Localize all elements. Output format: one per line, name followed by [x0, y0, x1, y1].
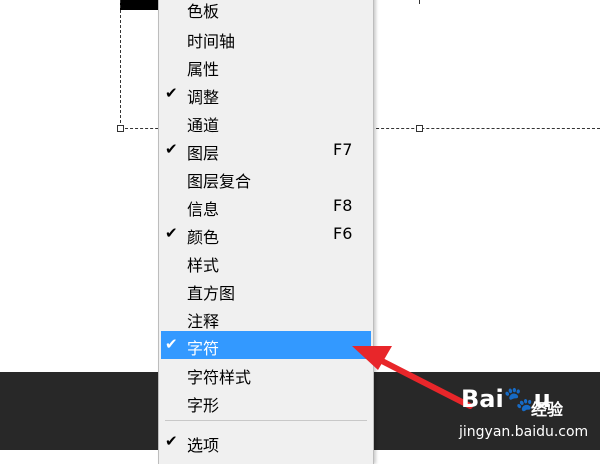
transform-center-tick: [419, 0, 420, 4]
menu-item-label: 注释: [187, 312, 220, 331]
menu-item-options[interactable]: ✔ 选项: [159, 428, 373, 456]
menu-item-timeline[interactable]: 时间轴: [159, 24, 373, 52]
menu-item-shortcut: F8: [333, 196, 353, 215]
check-icon: ✔: [165, 224, 178, 242]
menu-item-layers[interactable]: ✔ 图层 F7: [159, 136, 373, 164]
watermark-url: jingyan.baidu.com: [459, 424, 589, 440]
selection-edge-left: [120, 0, 121, 128]
menu-item-layer-comps[interactable]: 图层复合: [159, 164, 373, 192]
menu-item-info[interactable]: 信息 F8: [159, 192, 373, 220]
menu-item-glyphs[interactable]: 字形: [159, 388, 373, 416]
menu-item-properties[interactable]: 属性: [159, 52, 373, 80]
canvas-black-shape: [120, 0, 160, 10]
menu-item-character-styles[interactable]: 字符样式: [159, 360, 373, 388]
menu-item-label: 调整: [187, 88, 220, 107]
menu-item-styles[interactable]: 样式: [159, 248, 373, 276]
menu-item-shortcut: F6: [333, 224, 353, 243]
menu-item-channels[interactable]: 通道: [159, 108, 373, 136]
menu-separator: [165, 420, 367, 421]
window-menu-dropdown: 色板 时间轴 属性 ✔ 调整 通道 ✔ 图层 F7 图层复合 信息 F8 ✔ 颜…: [158, 0, 374, 464]
watermark-logo-left: Bai: [461, 385, 504, 413]
menu-item-label: 样式: [187, 256, 220, 275]
menu-item-shortcut: F7: [333, 140, 353, 159]
menu-item-label: 信息: [187, 200, 220, 219]
menu-item-label: 时间轴: [187, 32, 236, 51]
menu-item-color[interactable]: ✔ 颜色 F6: [159, 220, 373, 248]
check-icon: ✔: [165, 140, 178, 158]
menu-item-histogram[interactable]: 直方图: [159, 276, 373, 304]
menu-item-adjustments[interactable]: ✔ 调整: [159, 80, 373, 108]
menu-item-label: 色板: [187, 2, 220, 21]
menu-item-label: 颜色: [187, 228, 220, 247]
check-icon: ✔: [165, 432, 178, 450]
menu-item-label: 字符: [187, 339, 220, 358]
menu-item-label: 图层复合: [187, 172, 252, 191]
transform-handle[interactable]: [117, 125, 124, 132]
menu-item-character[interactable]: ✔ 字符: [161, 331, 371, 359]
menu-item-label: 通道: [187, 116, 220, 135]
menu-item-label: 图层: [187, 144, 220, 163]
menu-item-label: 选项: [187, 436, 220, 455]
menu-item-label: 直方图: [187, 284, 236, 303]
menu-item-label: 属性: [187, 60, 220, 79]
check-icon: ✔: [165, 84, 178, 102]
paw-icon: 🐾: [503, 385, 534, 413]
menu-item-swatches[interactable]: 色板: [159, 0, 373, 22]
menu-item-notes[interactable]: 注释: [159, 304, 373, 332]
menu-item-label: 字形: [187, 396, 220, 415]
transform-handle[interactable]: [416, 125, 423, 132]
menu-item-label: 字符样式: [187, 368, 252, 387]
watermark-jingyan: 经验: [531, 400, 564, 419]
check-icon: ✔: [165, 335, 178, 353]
